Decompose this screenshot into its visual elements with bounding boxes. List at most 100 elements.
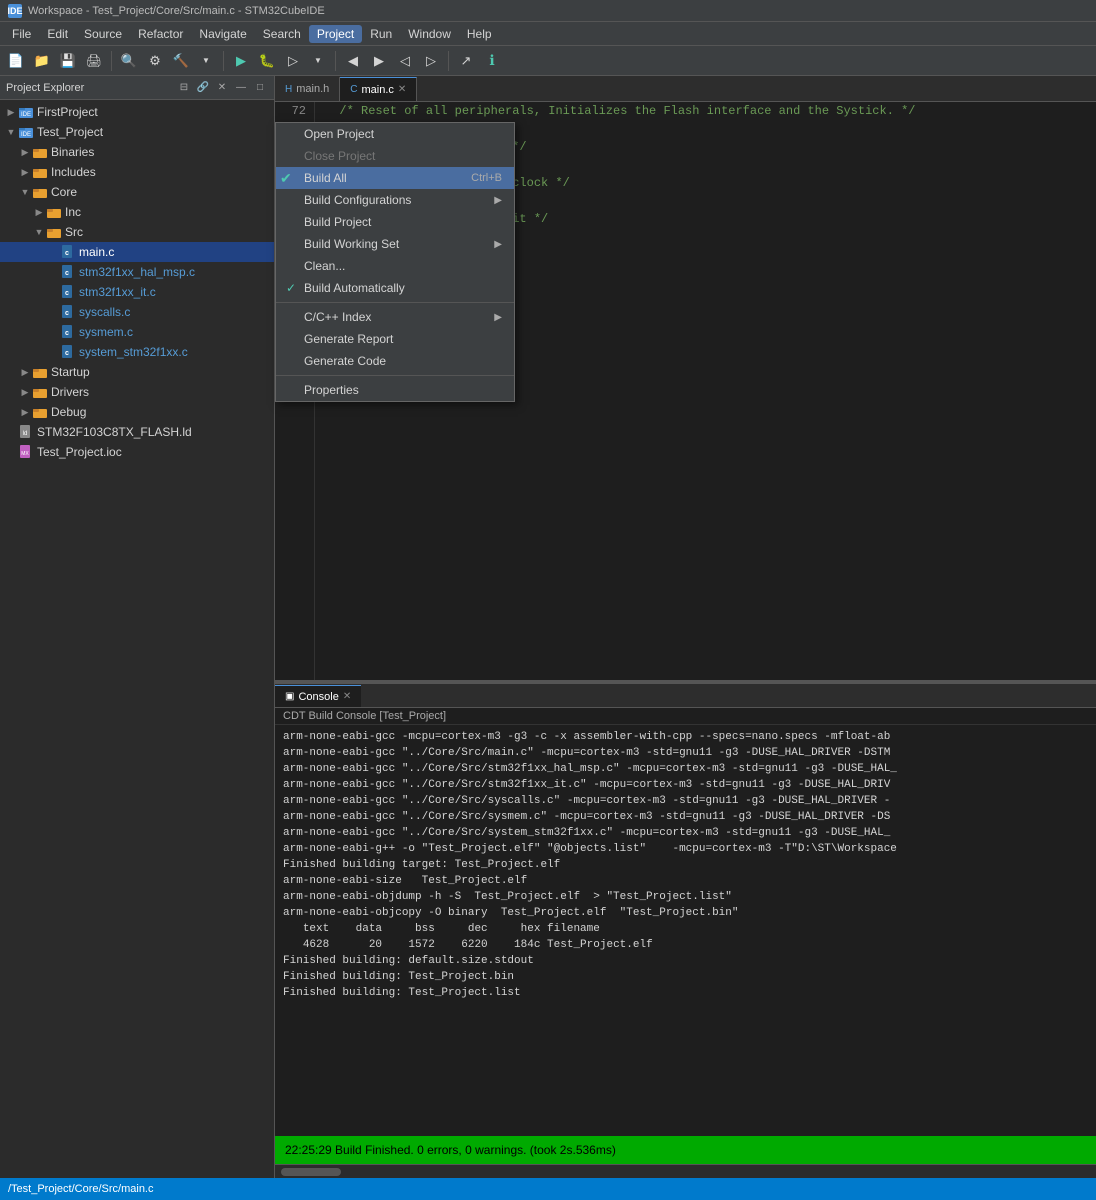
menu-item-build-automatically[interactable]: ✓Build Automatically bbox=[276, 277, 514, 299]
tree-arrow-icon[interactable] bbox=[46, 245, 60, 259]
toolbar-nav-back2[interactable]: ◁ bbox=[393, 49, 417, 73]
sidebar-minimize[interactable]: — bbox=[233, 80, 249, 96]
sidebar-hide[interactable]: ✕ bbox=[214, 80, 230, 96]
console-line: text data bss dec hex filename bbox=[283, 921, 1088, 937]
tree-item[interactable]: ▶Startup bbox=[0, 362, 274, 382]
menu-item-window[interactable]: Window bbox=[400, 25, 459, 43]
menu-item-edit[interactable]: Edit bbox=[39, 25, 76, 43]
tree-item[interactable]: ▼ Core bbox=[0, 182, 274, 202]
toolbar-run2[interactable]: ▷ bbox=[281, 49, 305, 73]
tree-arrow-icon[interactable] bbox=[46, 285, 60, 299]
tree-arrow-icon[interactable] bbox=[4, 425, 18, 439]
menu-item-run[interactable]: Run bbox=[362, 25, 400, 43]
svg-text:ld: ld bbox=[23, 431, 28, 437]
menu-item-build-configurations[interactable]: Build Configurations▶ bbox=[276, 189, 514, 211]
menu-item-build-working-set[interactable]: Build Working Set▶ bbox=[276, 233, 514, 255]
toolbar-info[interactable]: ℹ bbox=[480, 49, 504, 73]
tree-item[interactable]: cstm32f1xx_hal_msp.c bbox=[0, 262, 274, 282]
tree-arrow-icon[interactable] bbox=[46, 345, 60, 359]
toolbar-run[interactable]: ▶ bbox=[229, 49, 253, 73]
toolbar-print[interactable]: 🖨 bbox=[82, 49, 106, 73]
tree-arrow-icon[interactable] bbox=[46, 265, 60, 279]
tree-item[interactable]: csystem_stm32f1xx.c bbox=[0, 342, 274, 362]
menu-item-open-project[interactable]: Open Project bbox=[276, 123, 514, 145]
menu-item-build-project[interactable]: Build Project bbox=[276, 211, 514, 233]
tree-arrow-icon[interactable]: ▶ bbox=[18, 165, 32, 179]
toolbar-nav-fwd2[interactable]: ▷ bbox=[419, 49, 443, 73]
tree-arrow-icon[interactable]: ▶ bbox=[18, 385, 32, 399]
tree-item[interactable]: cstm32f1xx_it.c bbox=[0, 282, 274, 302]
tree-arrow-icon[interactable]: ▶ bbox=[18, 365, 32, 379]
sidebar-maximize[interactable]: □ bbox=[252, 80, 268, 96]
toolbar-export[interactable]: ↗ bbox=[454, 49, 478, 73]
tree-file-icon bbox=[46, 204, 62, 220]
horizontal-scrollbar[interactable] bbox=[275, 1164, 1096, 1178]
menu-item-c/c++-index[interactable]: C/C++ Index▶ bbox=[276, 306, 514, 328]
toolbar-hammer-arrow[interactable]: ▼ bbox=[194, 49, 218, 73]
toolbar-nav-back[interactable]: ◀ bbox=[341, 49, 365, 73]
tree-arrow-icon[interactable]: ▶ bbox=[18, 145, 32, 159]
tree-arrow-icon[interactable]: ▶ bbox=[32, 205, 46, 219]
tree-arrow-icon[interactable]: ▼ bbox=[32, 225, 46, 239]
tree-arrow-icon[interactable] bbox=[4, 445, 18, 459]
menu-item-file[interactable]: File bbox=[4, 25, 39, 43]
toolbar-debug[interactable]: 🐛 bbox=[255, 49, 279, 73]
menu-item-generate-code[interactable]: Generate Code bbox=[276, 350, 514, 372]
toolbar-hammer[interactable]: 🔨 bbox=[169, 49, 193, 73]
console-output[interactable]: arm-none-eabi-gcc -mcpu=cortex-m3 -g3 -c… bbox=[275, 725, 1096, 1136]
tab-main-c[interactable]: C main.c ✕ bbox=[340, 77, 417, 101]
tree-item[interactable]: ▶ Binaries bbox=[0, 142, 274, 162]
tree-arrow-icon[interactable]: ▶ bbox=[18, 405, 32, 419]
tree-item[interactable]: csysmem.c bbox=[0, 322, 274, 342]
line-number: 72 bbox=[283, 102, 306, 120]
tree-item[interactable]: ▶IDEFirstProject bbox=[0, 102, 274, 122]
svg-text:c: c bbox=[65, 350, 69, 357]
tree-item[interactable]: cmain.c bbox=[0, 242, 274, 262]
tree-label: stm32f1xx_it.c bbox=[79, 285, 156, 299]
sidebar-link-editor[interactable]: 🔗 bbox=[195, 80, 211, 96]
toolbar-run2-arrow[interactable]: ▼ bbox=[306, 49, 330, 73]
toolbar-settings[interactable]: ⚙ bbox=[143, 49, 167, 73]
console-line: arm-none-eabi-gcc "../Core/Src/system_st… bbox=[283, 825, 1088, 841]
tree-arrow-icon[interactable]: ▶ bbox=[4, 105, 18, 119]
tree-arrow-icon[interactable]: ▼ bbox=[4, 125, 18, 139]
tree-item[interactable]: ▶Includes bbox=[0, 162, 274, 182]
tree-arrow-icon[interactable] bbox=[46, 325, 60, 339]
toolbar-nav-fwd[interactable]: ▶ bbox=[367, 49, 391, 73]
menu-item-generate-report[interactable]: Generate Report bbox=[276, 328, 514, 350]
menu-item-project[interactable]: Project bbox=[309, 25, 362, 43]
toolbar-new[interactable]: 📄 bbox=[4, 49, 28, 73]
tree-item[interactable]: ldSTM32F103C8TX_FLASH.ld bbox=[0, 422, 274, 442]
menu-item-source[interactable]: Source bbox=[76, 25, 130, 43]
tree-item[interactable]: ▶Debug bbox=[0, 402, 274, 422]
tree-item[interactable]: ▶ Inc bbox=[0, 202, 274, 222]
tree-item[interactable]: ▼IDETest_Project bbox=[0, 122, 274, 142]
tree-label: Binaries bbox=[51, 145, 94, 159]
toolbar-save[interactable]: 💾 bbox=[56, 49, 80, 73]
tab-main-c-close[interactable]: ✕ bbox=[398, 84, 406, 95]
tree-item[interactable]: csyscalls.c bbox=[0, 302, 274, 322]
tree-arrow-icon[interactable]: ▼ bbox=[18, 185, 32, 199]
checkmark-icon: ✓ bbox=[286, 281, 296, 295]
menu-item-refactor[interactable]: Refactor bbox=[130, 25, 191, 43]
tab-main-h[interactable]: H main.h bbox=[275, 77, 340, 101]
toolbar-open[interactable]: 📁 bbox=[30, 49, 54, 73]
tree-item[interactable]: ▼Src bbox=[0, 222, 274, 242]
tree-file-icon bbox=[32, 144, 48, 160]
menu-item-build-all[interactable]: ✔Build AllCtrl+B bbox=[276, 167, 514, 189]
tree-arrow-icon[interactable] bbox=[46, 305, 60, 319]
sidebar-collapse-all[interactable]: ⊟ bbox=[176, 80, 192, 96]
scroll-thumb[interactable] bbox=[281, 1168, 341, 1176]
tree-label: Core bbox=[51, 185, 77, 199]
menu-item-search[interactable]: Search bbox=[255, 25, 309, 43]
menu-item-navigate[interactable]: Navigate bbox=[191, 25, 254, 43]
menu-item-clean[interactable]: Clean... bbox=[276, 255, 514, 277]
tree-item[interactable]: ▶Drivers bbox=[0, 382, 274, 402]
menu-item-help[interactable]: Help bbox=[459, 25, 500, 43]
tree-item[interactable]: MXTest_Project.ioc bbox=[0, 442, 274, 462]
tree-label: Inc bbox=[65, 205, 81, 219]
menu-item-label: Generate Code bbox=[304, 354, 386, 368]
console-tab-main[interactable]: ▣ Console ✕ bbox=[275, 685, 361, 707]
menu-item-properties[interactable]: Properties bbox=[276, 379, 514, 401]
toolbar-search[interactable]: 🔍 bbox=[117, 49, 141, 73]
